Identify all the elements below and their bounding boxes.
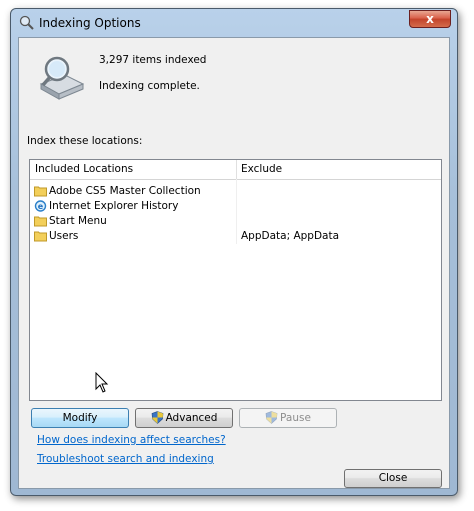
how-indexing-affects-searches-link[interactable]: How does indexing affect searches? <box>37 434 226 446</box>
close-icon: x <box>426 12 434 26</box>
uac-shield-icon <box>151 411 163 424</box>
location-exclude: AppData; AppData <box>241 230 340 242</box>
advanced-button-label: Advanced <box>165 412 218 424</box>
indexing-status: Indexing complete. <box>99 80 200 92</box>
location-name: Internet Explorer History <box>49 200 179 212</box>
folder-icon <box>34 216 47 227</box>
pause-button-label: Pause <box>280 412 311 424</box>
modify-button[interactable]: Modify <box>31 408 129 428</box>
location-name: Start Menu <box>49 215 107 227</box>
index-locations-label: Index these locations: <box>27 135 143 147</box>
table-row[interactable]: e Internet Explorer History <box>30 199 441 214</box>
folder-icon <box>34 231 47 242</box>
location-name: Users <box>49 230 79 242</box>
list-header: Included Locations Exclude <box>30 160 441 180</box>
table-row[interactable]: Users AppData; AppData <box>30 229 441 244</box>
column-divider[interactable] <box>236 160 237 179</box>
table-row[interactable]: Adobe CS5 Master Collection <box>30 184 441 199</box>
indexing-options-icon <box>19 15 34 30</box>
indexed-drive-icon <box>39 56 85 100</box>
svg-text:e: e <box>38 202 44 211</box>
internet-explorer-icon: e <box>34 200 47 212</box>
window-title: Indexing Options <box>39 16 141 30</box>
items-indexed-count: 3,297 items indexed <box>99 54 207 66</box>
close-button[interactable]: Close <box>344 469 442 488</box>
title-bar[interactable]: Indexing Options x <box>11 9 457 37</box>
indexing-options-window: Indexing Options x 3,297 items indexed I… <box>10 8 458 496</box>
column-header-included[interactable]: Included Locations <box>35 163 133 175</box>
advanced-button[interactable]: Advanced <box>135 408 233 428</box>
location-name: Adobe CS5 Master Collection <box>49 185 201 197</box>
table-row[interactable]: Start Menu <box>30 214 441 229</box>
uac-shield-icon <box>265 411 278 424</box>
troubleshoot-search-link[interactable]: Troubleshoot search and indexing <box>37 453 214 465</box>
dialog-body: 3,297 items indexed Indexing complete. I… <box>18 37 450 489</box>
pause-button[interactable]: Pause <box>239 408 337 428</box>
window-close-button[interactable]: x <box>409 10 451 28</box>
locations-list[interactable]: Included Locations Exclude Adobe CS5 Mas… <box>29 159 442 401</box>
column-header-exclude[interactable]: Exclude <box>241 163 282 175</box>
mouse-pointer-icon <box>95 372 109 393</box>
folder-icon <box>34 186 47 197</box>
